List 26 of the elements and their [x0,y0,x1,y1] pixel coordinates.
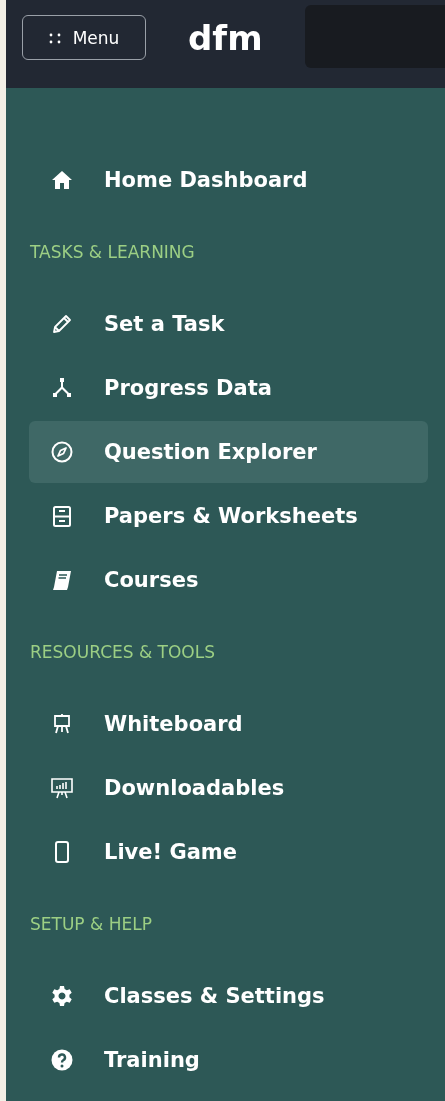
settings-icon [50,984,74,1008]
nav-item[interactable]: Courses [29,549,428,611]
home-icon [50,168,74,192]
pencil-icon [50,312,74,336]
book-icon [50,568,74,592]
nav-item[interactable]: Training [29,1029,428,1091]
nav-item[interactable]: Set a Task [29,293,428,355]
menu-button[interactable]: Menu [22,15,146,60]
nav-item[interactable]: Downloadables [29,757,428,819]
nav-item[interactable]: Papers & Worksheets [29,485,428,547]
section-heading: RESOURCES & TOOLS [30,641,216,664]
presentation-chart-icon [50,776,74,800]
nav-item[interactable]: Live! Game [29,821,428,883]
logo[interactable]: dfm [188,17,263,58]
nav-item[interactable]: Whiteboard [29,693,428,755]
dots-icon [48,31,61,44]
drawers-icon [50,504,74,528]
nav-item[interactable]: Question Explorer [29,421,428,483]
section-heading: SETUP & HELP [30,913,153,936]
compass-icon [50,440,74,464]
help-icon [50,1048,74,1072]
nav-item[interactable]: Home Dashboard [29,149,428,211]
hierarchy-icon [50,376,74,400]
nav-item[interactable]: Progress Data [29,357,428,419]
nav-item[interactable]: Classes & Settings [29,965,428,1027]
section-heading: TASKS & LEARNING [30,241,196,264]
